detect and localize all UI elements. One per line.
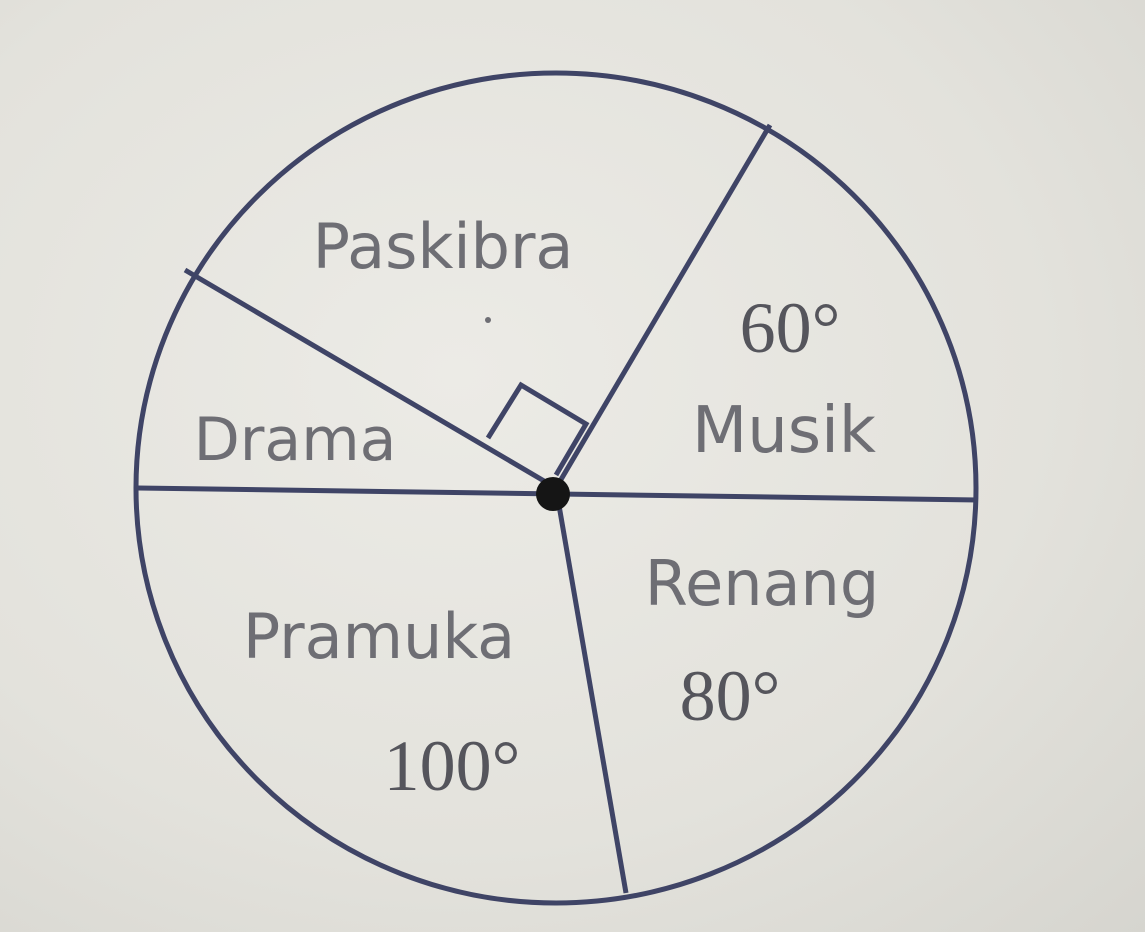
sector-label-pramuka: Pramuka [243, 600, 515, 673]
sector-value-renang: 80° [680, 656, 781, 736]
sector-label-renang: Renang [645, 547, 879, 620]
sector-value-pramuka: 100° [384, 726, 521, 806]
divider-line-pramuka-renang [553, 487, 629, 894]
sector-value-musik: 60° [740, 288, 841, 368]
pie-chart-diagram: Paskibra 60° Musik Renang 80° Pramuka 10… [133, 70, 979, 906]
center-dot [536, 477, 570, 511]
sector-label-paskibra: Paskibra [313, 210, 574, 283]
sector-label-musik: Musik [692, 394, 876, 468]
sector-label-drama: Drama [194, 405, 397, 475]
stray-dot [485, 317, 491, 323]
